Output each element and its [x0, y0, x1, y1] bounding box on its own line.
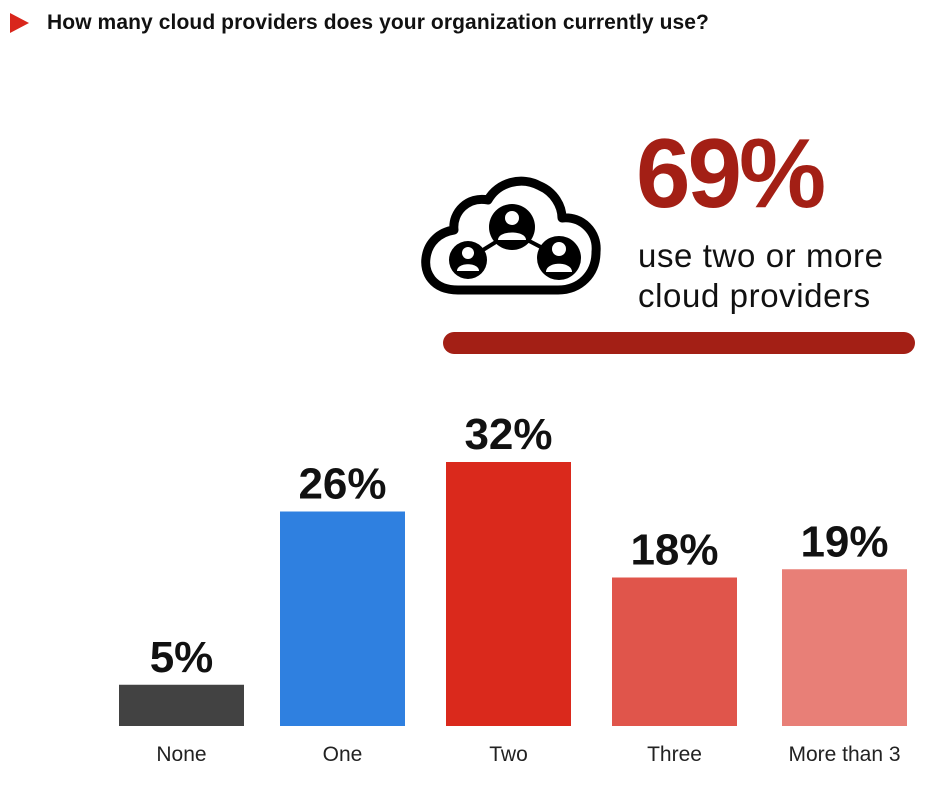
user-node-icon — [489, 204, 535, 250]
bar-chart: 5% None 26% One 32% Two 18% Three 19% More than 3 — [119, 410, 907, 766]
bar-none — [119, 684, 244, 726]
bar-two — [446, 462, 571, 726]
value-label: 32% — [464, 410, 552, 459]
value-label: 26% — [298, 460, 386, 509]
highlight-caption-line1: use two or more — [638, 237, 884, 274]
play-arrow-icon — [10, 13, 29, 33]
value-label: 18% — [630, 526, 718, 575]
bar-more-than-3 — [782, 569, 907, 726]
category-label: One — [323, 743, 363, 766]
value-label: 19% — [800, 517, 888, 566]
user-node-icon — [537, 236, 581, 280]
highlight-underline-bar — [443, 332, 915, 354]
bar-one — [280, 511, 405, 726]
category-label: Two — [489, 743, 528, 766]
chart-title-row: How many cloud providers does your organ… — [10, 8, 709, 38]
category-label: More than 3 — [788, 743, 900, 766]
bar-three — [612, 577, 737, 726]
highlight-caption: use two or more cloud providers — [638, 236, 884, 316]
highlight-value: 69% — [636, 118, 826, 228]
chart-title: How many cloud providers does your organ… — [47, 11, 709, 34]
user-node-icon — [449, 241, 487, 279]
highlight-caption-line2: cloud providers — [638, 277, 871, 314]
category-label: Three — [647, 743, 702, 766]
category-label: None — [156, 743, 206, 766]
cloud-network-users-icon — [421, 176, 601, 295]
value-label: 5% — [150, 633, 214, 682]
